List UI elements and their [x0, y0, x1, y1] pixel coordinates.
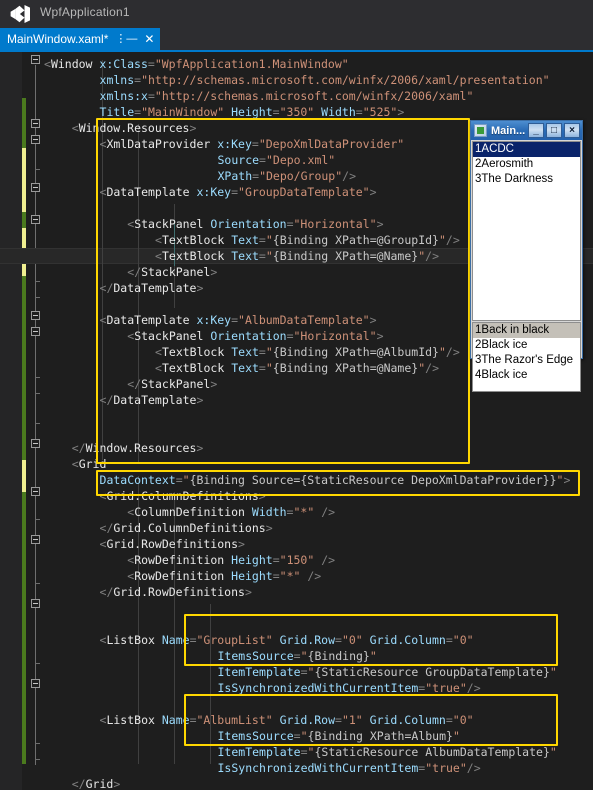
code-line[interactable]: Source="Depo.xml" — [218, 152, 336, 168]
list-item[interactable]: 2Aerosmith — [473, 157, 580, 172]
code-line[interactable]: <TextBlock Text="{Binding XPath=@Name}"/… — [155, 248, 439, 264]
maximize-button[interactable]: □ — [546, 123, 562, 138]
maximize-icon: □ — [550, 125, 558, 136]
code-line[interactable]: XPath="Depo/Group"/> — [218, 168, 357, 184]
preview-content: 1ACDC 2Aerosmith 3The Darkness 1Back in bl… — [471, 140, 582, 392]
preview-title-bar[interactable]: Main... _ □ × — [471, 121, 582, 140]
code-line[interactable]: IsSynchronizedWithCurrentItem="true"/> — [218, 760, 481, 776]
code-line[interactable]: <StackPanel Orientation="Horizontal"> — [127, 328, 383, 344]
visual-studio-window: WpfApplication1 MainWindow.xaml* ⋮— ✕ <W… — [0, 0, 593, 790]
window-app-icon — [474, 124, 487, 137]
code-line[interactable]: <DataTemplate x:Key="AlbumDataTemplate"> — [100, 312, 377, 328]
app-title: WpfApplication1 — [40, 5, 130, 19]
code-line[interactable]: Title="MainWindow" Height="350" Width="5… — [100, 104, 405, 120]
code-line[interactable]: xmlns:x="http://schemas.microsoft.com/wi… — [100, 88, 474, 104]
list-item[interactable]: 3The Razor's Edge — [473, 353, 580, 368]
code-line[interactable]: <DataTemplate x:Key="GroupDataTemplate"> — [100, 184, 377, 200]
code-line[interactable]: <Window x:Class="WpfApplication1.MainWin… — [44, 56, 349, 72]
list-item[interactable]: 1ACDC — [473, 142, 580, 157]
code-line[interactable]: </Window.Resources> — [72, 440, 204, 456]
preview-window-buttons: _ □ × — [528, 123, 580, 138]
code-line[interactable]: <RowDefinition Height="*" /> — [127, 568, 321, 584]
code-line[interactable]: DataContext="{Binding Source={StaticReso… — [100, 472, 571, 488]
code-line[interactable]: <ColumnDefinition Width="*" /> — [127, 504, 335, 520]
code-line[interactable]: </DataTemplate> — [100, 280, 204, 296]
code-line[interactable]: </StackPanel> — [127, 264, 217, 280]
code-line[interactable]: <TextBlock Text="{Binding XPath=@AlbumId… — [155, 344, 460, 360]
minimize-icon: _ — [533, 125, 539, 136]
code-line[interactable]: ItemTemplate="{StaticResource GroupDataT… — [218, 664, 557, 680]
visual-studio-logo-icon — [10, 5, 30, 23]
list-item[interactable]: 4Black ice — [473, 368, 580, 383]
code-line[interactable]: ItemsSource="{Binding XPath=Album}" — [218, 728, 460, 744]
group-listbox[interactable]: 1ACDC 2Aerosmith 3The Darkness — [472, 141, 581, 321]
tab-mainwindow-xaml[interactable]: MainWindow.xaml* ⋮— ✕ — [0, 28, 161, 50]
code-line[interactable]: ItemsSource="{Binding}" — [218, 648, 377, 664]
code-line[interactable]: </DataTemplate> — [100, 392, 204, 408]
tab-label: MainWindow.xaml* — [7, 32, 109, 46]
code-line[interactable]: <TextBlock Text="{Binding XPath=@GroupId… — [155, 232, 460, 248]
minimize-button[interactable]: _ — [528, 123, 544, 138]
code-line[interactable]: </Grid.ColumnDefinitions> — [100, 520, 273, 536]
code-line[interactable]: <ListBox Name="GroupList" Grid.Row="0" G… — [100, 632, 474, 648]
code-line[interactable]: </Grid.RowDefinitions> — [100, 584, 252, 600]
code-line[interactable]: </StackPanel> — [127, 376, 217, 392]
code-line[interactable]: ItemTemplate="{StaticResource AlbumDataT… — [218, 744, 557, 760]
code-line[interactable]: IsSynchronizedWithCurrentItem="true"/> — [218, 680, 481, 696]
close-icon: × — [569, 125, 575, 136]
code-line[interactable]: <Grid — [72, 456, 107, 472]
code-line[interactable]: xmlns="http://schemas.microsoft.com/winf… — [100, 72, 550, 88]
tab-strip: MainWindow.xaml* ⋮— ✕ — [0, 28, 593, 50]
code-line[interactable]: <TextBlock Text="{Binding XPath=@Name}"/… — [155, 360, 439, 376]
code-line[interactable]: <RowDefinition Height="150" /> — [127, 552, 335, 568]
list-item[interactable]: 3The Darkness — [473, 172, 580, 187]
wpf-preview-window[interactable]: Main... _ □ × 1ACDC 2Aerosmith 3The Darkne… — [470, 120, 583, 392]
preview-title: Main... — [491, 124, 526, 137]
pin-icon[interactable]: ⋮— — [115, 33, 137, 45]
list-item[interactable]: 1Back in black — [473, 323, 580, 338]
code-line[interactable]: <Window.Resources> — [72, 120, 197, 136]
list-item[interactable]: 2Black ice — [473, 338, 580, 353]
title-bar: WpfApplication1 — [0, 0, 593, 28]
code-line[interactable]: </Grid> — [72, 776, 121, 790]
close-icon[interactable]: ✕ — [144, 33, 154, 45]
code-line[interactable]: <StackPanel Orientation="Horizontal"> — [127, 216, 383, 232]
code-line[interactable]: <Grid.ColumnDefinitions> — [100, 488, 266, 504]
album-listbox[interactable]: 1Back in black 2Black ice 3The Razor's Edg… — [472, 322, 581, 392]
close-button[interactable]: × — [564, 123, 580, 138]
code-line[interactable]: <Grid.RowDefinitions> — [100, 536, 245, 552]
code-line[interactable]: <ListBox Name="AlbumList" Grid.Row="1" G… — [100, 712, 474, 728]
code-line[interactable]: <XmlDataProvider x:Key="DepoXmlDataProvi… — [100, 136, 405, 152]
